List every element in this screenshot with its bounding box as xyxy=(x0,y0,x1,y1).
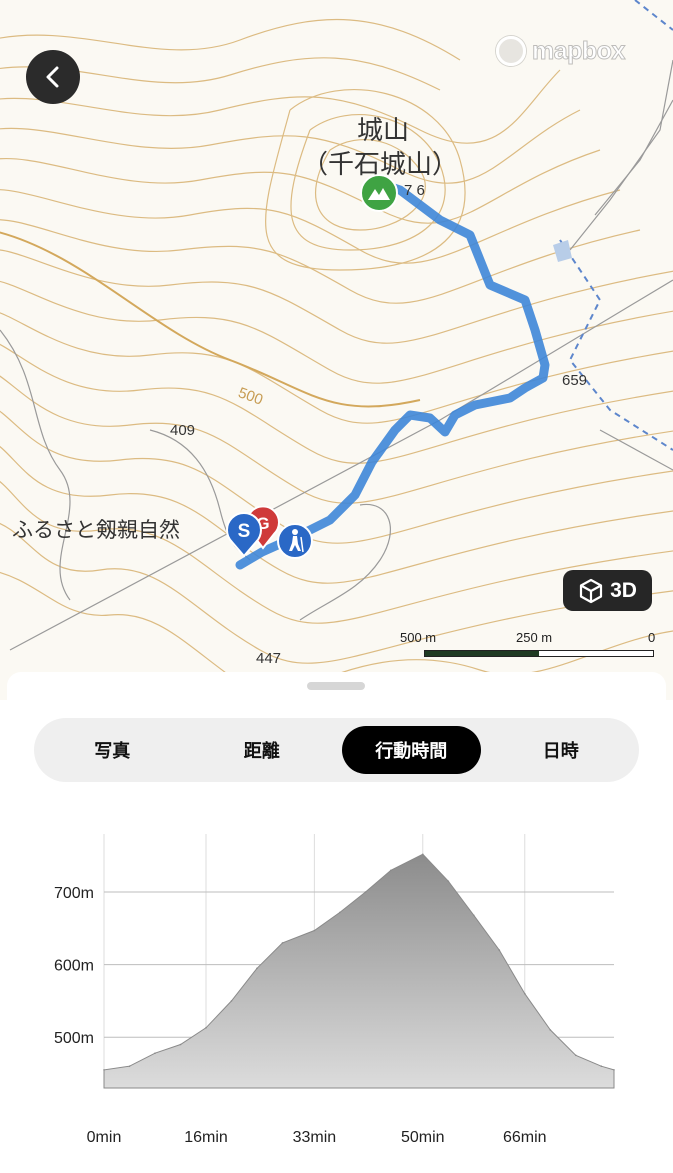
sheet-drag-handle[interactable] xyxy=(307,682,365,690)
start-marker-label: S xyxy=(238,521,251,542)
elevation-point xyxy=(179,1043,182,1046)
elevation-point xyxy=(230,1000,233,1002)
peak-elevation-label: 7 6 xyxy=(404,182,425,199)
chevron-left-icon xyxy=(46,66,59,88)
elevation-profile-chart: 0min 16min 33min 50min 66min 500m 600m 700m xyxy=(7,822,666,1169)
elevation-point xyxy=(256,967,258,970)
elevation-chart-svg: 0min 16min 33min 50min 66min 500m 600m 700m xyxy=(54,834,615,1146)
segmented-tab-bar: 写真 距離 行動時間 日時 xyxy=(34,718,639,782)
elevation-point xyxy=(422,853,424,856)
mapbox-logo-icon xyxy=(496,36,526,66)
elevation-point xyxy=(447,880,450,882)
elevation-point xyxy=(128,1065,131,1067)
elevation-659-label: 659 xyxy=(562,372,588,389)
scale-label-250m: 250 m xyxy=(516,630,553,645)
tab-datetime[interactable]: 日時 xyxy=(492,726,631,774)
x-tick-label: 0min xyxy=(87,1129,122,1146)
peak-name-label: 城山 xyxy=(357,116,410,146)
scale-label-0: 0 xyxy=(648,630,656,645)
elevation-point xyxy=(154,1052,156,1054)
elevation-point xyxy=(364,891,367,893)
elevation-point xyxy=(473,914,475,917)
elevation-point xyxy=(549,1029,552,1031)
elevation-point xyxy=(498,949,501,951)
elevation-409-label: 409 xyxy=(170,422,196,439)
elevation-point xyxy=(205,1027,207,1029)
x-tick-label: 66min xyxy=(503,1129,547,1146)
x-tick-label: 16min xyxy=(184,1129,228,1146)
hiker-location-icon[interactable] xyxy=(277,523,313,563)
elevation-point xyxy=(313,929,316,932)
elevation-point xyxy=(390,869,392,872)
back-button[interactable] xyxy=(26,50,80,104)
view-3d-button[interactable]: 3D xyxy=(563,570,652,611)
elevation-point xyxy=(281,942,284,944)
scale-label-500m: 500 m xyxy=(400,630,437,645)
tab-distance[interactable]: 距離 xyxy=(193,726,332,774)
y-tick-label: 600m xyxy=(54,958,94,975)
x-tick-label: 33min xyxy=(293,1129,337,1146)
mapbox-logo-text: mapbox xyxy=(532,36,626,65)
elevation-point xyxy=(600,1065,603,1067)
y-tick-label: 500m xyxy=(54,1030,94,1047)
tab-elapsed-time[interactable]: 行動時間 xyxy=(342,726,481,774)
elevation-point xyxy=(575,1054,577,1057)
elevation-area xyxy=(103,853,615,1089)
start-marker-icon[interactable]: S xyxy=(226,511,262,562)
map-view[interactable]: 城山 （千石城山） 7 6 ふるさと剱親自然 500 659 409 447 G… xyxy=(0,0,673,700)
y-tick-label: 700m xyxy=(54,885,94,902)
bottom-sheet: 写真 距離 行動時間 日時 0min 16min 33min 50min 66min 50… xyxy=(7,672,666,1169)
map-scale-bar: 500 m 250 m 0 xyxy=(400,630,656,660)
x-tick-label: 50min xyxy=(401,1129,445,1146)
elevation-point xyxy=(339,911,341,914)
peak-marker-icon[interactable] xyxy=(360,174,398,216)
elevation-point xyxy=(613,1069,615,1071)
elevation-point xyxy=(524,992,526,995)
cube-icon xyxy=(579,578,603,603)
mapbox-logo: mapbox xyxy=(496,36,626,66)
scale-bar-graphic xyxy=(424,650,654,657)
view-3d-label: 3D xyxy=(610,578,637,602)
tab-photos[interactable]: 写真 xyxy=(43,726,182,774)
place-name-label: ふるさと剱親自然 xyxy=(12,518,180,542)
elevation-point xyxy=(103,1069,105,1071)
elevation-447-label: 447 xyxy=(256,650,282,667)
